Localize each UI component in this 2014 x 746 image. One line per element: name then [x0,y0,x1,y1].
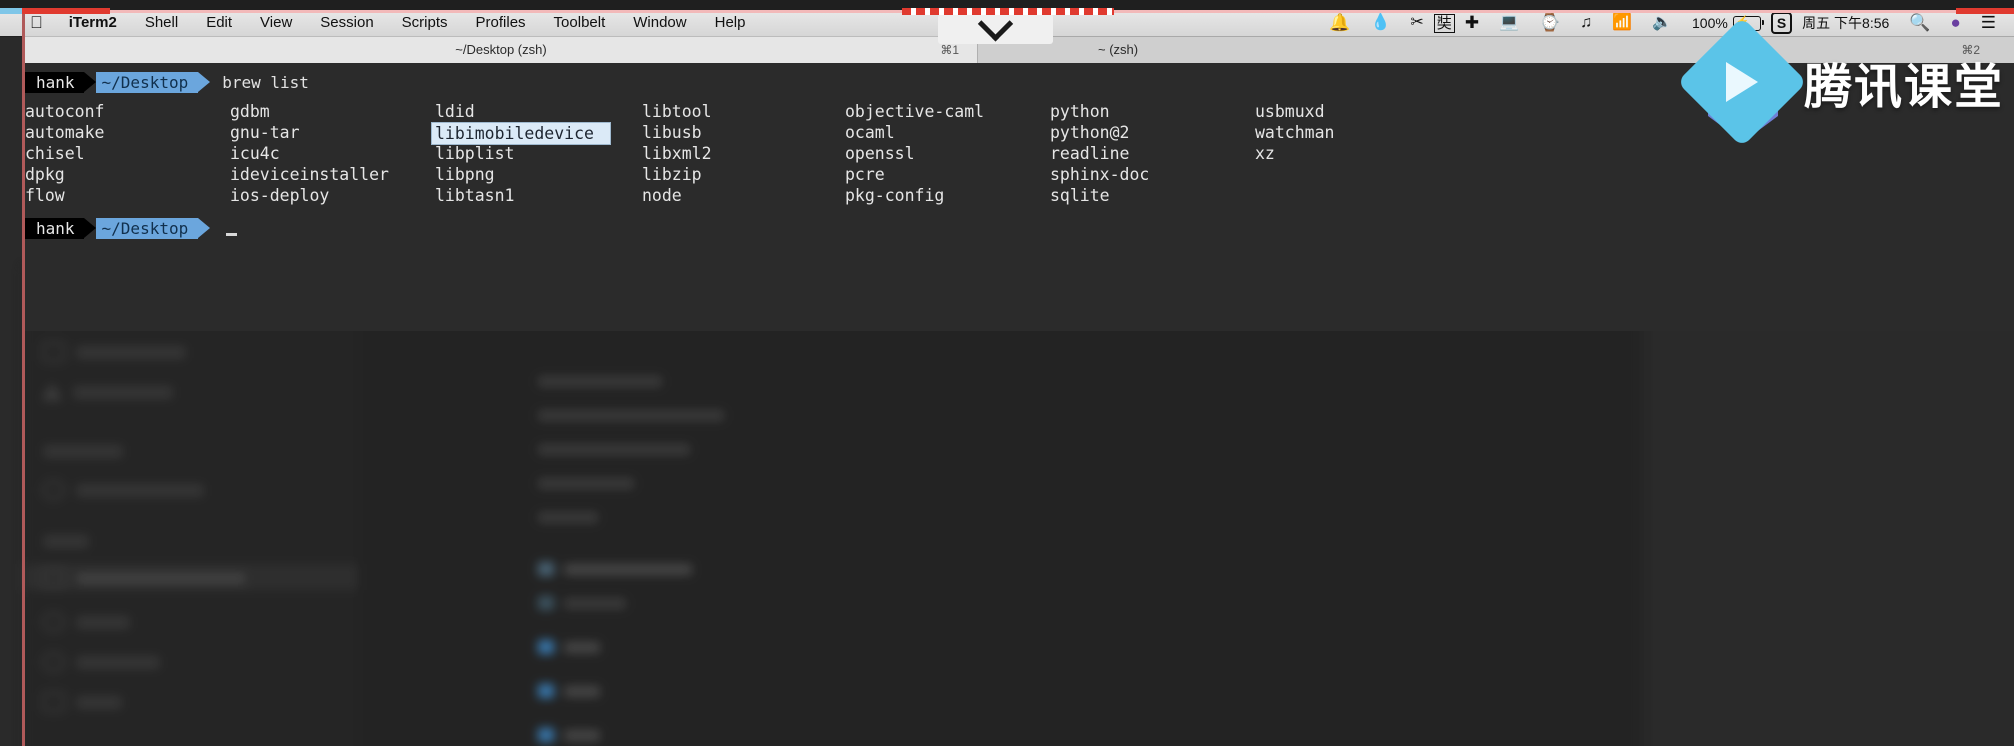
documents-icon [42,342,65,362]
file-type-icon [538,684,554,698]
terminal-selection-highlight[interactable]: libimobiledevice [431,122,611,145]
scissors-tool-icon[interactable]: ✂ [1400,10,1433,36]
brew-list-column-1: autoconf automake chisel dpkg flow [25,102,105,205]
terminal-command-text: brew list [222,73,309,92]
menu-bar-clock[interactable]: 周五 下午8:56 [1792,10,1899,36]
menu-bar-status-area[interactable]: 🔔 💧 ✂ 奘 ✚ 💻 ⌚ ♫ 📶 🔈 100% ⚡ S 周五 下午8:56 🔍… [1319,10,2014,36]
help-tooltip-overlay [938,5,1053,44]
brew-list-column-6: python python@2 readline sphinx-doc sqli… [1050,102,1150,205]
battery-percent-label: 100% [1692,15,1728,31]
recording-indicator-dots [902,8,1114,15]
file-type-icon [538,728,554,742]
prompt-separator-1 [83,218,96,238]
brew-list-column-2: gdbm gnu-tar icu4c ideviceinstaller ios-… [230,102,389,205]
menu-item-profiles[interactable]: Profiles [462,10,540,36]
prompt-user-segment: hank [25,218,84,239]
brew-list-column-4: libtool libusb libxml2 libzip node [642,102,712,205]
volume-icon[interactable]: 🔈 [1642,10,1682,36]
menu-item-session[interactable]: Session [306,10,387,36]
menu-item-edit[interactable]: Edit [192,10,246,36]
prompt-path-segment: ~/Desktop [95,72,199,93]
chinese-app-icon[interactable]: 奘 [1433,13,1455,33]
sogou-input-icon[interactable]: S [1770,12,1793,34]
recording-corner-accent [0,8,22,14]
shell-prompt-line-1: hank ~/Desktop brew list [25,72,309,93]
bell-icon[interactable]: 🔔 [1319,10,1360,36]
tag-icon [42,692,65,712]
audio-waveform-icon[interactable]: ♫ [1570,10,1602,36]
prompt-separator-2 [198,72,211,92]
brew-list-column-5: objective-caml ocaml openssl pcre pkg-co… [845,102,985,205]
network-icon [42,568,65,588]
terminal-tab-1-title: ~/Desktop (zsh) [455,42,547,57]
icloud-icon [42,480,65,500]
recording-indicator-right [1956,8,2014,14]
brew-list-column-7: usbmuxd watchman xz [1255,102,1335,163]
prompt-user-segment: hank [25,72,84,93]
file-type-icon [538,640,554,654]
recording-indicator-left [22,8,110,14]
prompt-separator-2 [198,218,211,238]
finder-sidebar [22,266,358,746]
menu-item-view[interactable]: View [246,10,306,36]
file-type-icon [538,596,554,610]
applications-icon [42,384,62,400]
display-icon[interactable]: 💻 [1489,10,1529,36]
prompt-separator-1 [83,72,96,92]
watermark-label: 腾讯课堂 [1803,59,2004,115]
terminal-tab-2-title: ~ (zsh) [1098,42,1139,57]
recording-border-left [22,10,25,746]
menu-item-window[interactable]: Window [619,10,700,36]
menu-item-scripts[interactable]: Scripts [388,10,462,36]
file-type-icon [538,562,554,576]
shell-prompt-line-2: hank ~/Desktop [25,218,238,239]
terminal-tab-1[interactable]: ~/Desktop (zsh) ⌘1 [25,36,977,63]
menu-item-toolbelt[interactable]: Toolbelt [540,10,620,36]
prompt-path-segment: ~/Desktop [95,218,199,239]
screen-root:  iTerm2 Shell Edit View Session Scripts… [0,0,2014,746]
brew-list-column-3: ldid libimobiledevice libplist libpng li… [435,102,594,205]
play-triangle-icon [1725,62,1758,102]
terminal-cursor [226,233,238,236]
time-machine-icon[interactable]: ⌚ [1529,10,1570,36]
finder-window-background [22,266,1642,746]
tag-icon [42,652,65,672]
menu-item-shell[interactable]: Shell [131,10,192,36]
spotlight-search-icon[interactable]: 🔍 [1899,10,1940,36]
wifi-icon[interactable]: 📶 [1602,10,1642,36]
terminal-tab-1-shortcut: ⌘1 [940,42,959,57]
tencent-classroom-watermark: 腾讯课堂 [1676,16,2004,148]
finder-list-view [358,266,1642,746]
menu-item-help[interactable]: Help [701,10,760,36]
airdrop-icon[interactable]: ✚ [1455,10,1489,36]
droplet-icon[interactable]: 💧 [1360,10,1400,36]
play-button-icon [1676,16,1808,148]
tag-icon [42,612,65,632]
